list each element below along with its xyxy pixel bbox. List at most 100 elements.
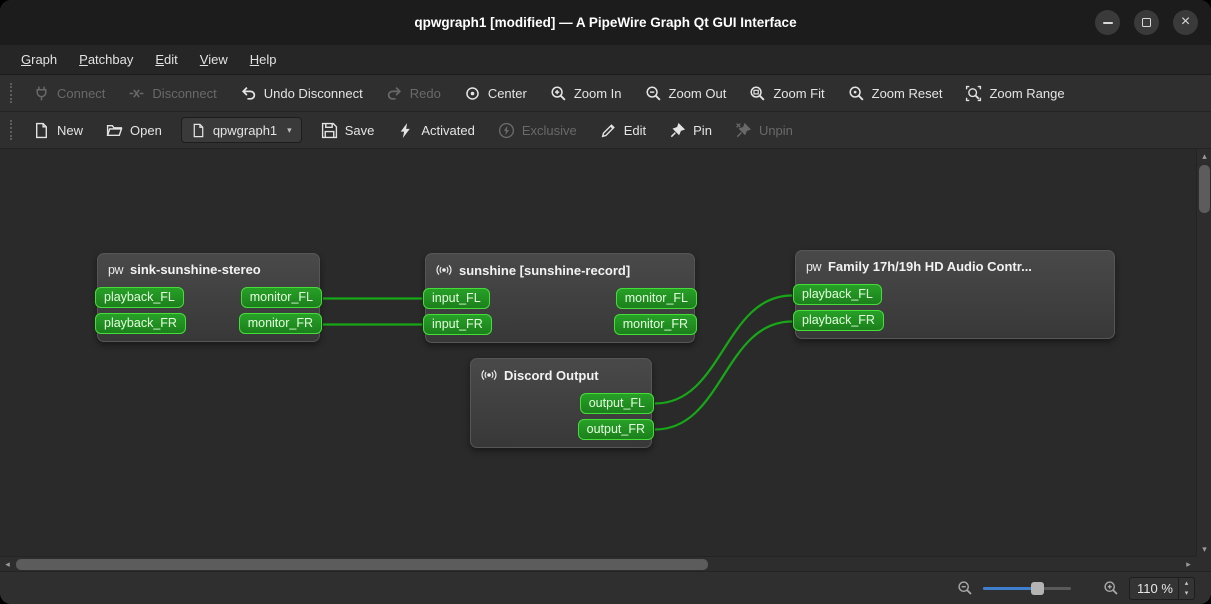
node-title: Discord Output: [504, 367, 599, 383]
scroll-down-button[interactable]: ▾: [1197, 542, 1211, 556]
zoom-spin-up-button[interactable]: ▴: [1179, 578, 1194, 589]
minimize-button[interactable]: [1095, 10, 1120, 35]
zoom-out-button[interactable]: Zoom Out: [635, 79, 737, 107]
zoom-spin-down-button[interactable]: ▾: [1179, 588, 1194, 599]
patchbay-select[interactable]: qpwgraph1 ▾: [180, 117, 302, 143]
output-port[interactable]: output_FL: [579, 393, 654, 414]
vertical-scrollbar[interactable]: ▴ ▾: [1196, 149, 1211, 556]
stream-icon: [481, 369, 497, 381]
node-sunshine-record[interactable]: sunshine [sunshine-record] input_FL inpu…: [423, 253, 697, 343]
node-family-hd-audio[interactable]: pw Family 17h/19h HD Audio Contr... play…: [793, 250, 1115, 339]
output-port[interactable]: monitor_FL: [615, 288, 697, 309]
zoom-range-button[interactable]: Zoom Range: [955, 79, 1074, 107]
zoom-spin-arrows: ▴ ▾: [1178, 577, 1194, 599]
exclusive-icon: [498, 122, 514, 138]
zoom-value[interactable]: 110 %: [1130, 578, 1178, 599]
redo-label: Redo: [409, 85, 441, 101]
zoom-slider-handle[interactable]: [1031, 582, 1045, 595]
zoom-spinbox[interactable]: 110 % ▴ ▾: [1129, 576, 1195, 600]
menu-edit[interactable]: Edit: [146, 49, 186, 70]
node-title: sink-sunshine-stereo: [129, 262, 261, 277]
node-ports: playback_FL playback_FR monitor_FL monit…: [95, 283, 322, 334]
input-port[interactable]: playback_FR: [95, 313, 186, 334]
toolbar-drag-handle[interactable]: [10, 120, 12, 140]
close-icon: ×: [1180, 13, 1191, 30]
vertical-scrollbar-thumb[interactable]: [1199, 165, 1210, 213]
node-header: sunshine [sunshine-record]: [426, 254, 694, 284]
zoom-in-button[interactable]: Zoom In: [540, 79, 632, 107]
save-button[interactable]: Save: [311, 116, 385, 144]
open-label: Open: [130, 122, 162, 138]
input-port[interactable]: input_FL: [423, 288, 490, 309]
input-port[interactable]: playback_FL: [95, 287, 184, 308]
node-header: Discord Output: [471, 359, 651, 389]
node-ports: playback_FL playback_FR: [793, 280, 1114, 331]
unpin-button: Unpin: [725, 116, 803, 144]
activated-label: Activated: [421, 122, 475, 138]
open-button[interactable]: Open: [96, 116, 172, 144]
input-port[interactable]: playback_FL: [793, 284, 882, 305]
scroll-right-button[interactable]: ▸: [1181, 557, 1196, 571]
node-header: pw sink-sunshine-stereo: [98, 254, 319, 283]
node-title: Family 17h/19h HD Audio Contr...: [827, 259, 1032, 274]
activated-icon: [401, 122, 411, 138]
pin-button[interactable]: Pin: [659, 116, 722, 144]
edit-button[interactable]: Edit: [590, 116, 656, 144]
menu-view[interactable]: View: [191, 49, 237, 70]
zoom-in-icon: [551, 85, 566, 101]
output-port[interactable]: monitor_FL: [240, 287, 322, 308]
scroll-left-button[interactable]: ◂: [0, 557, 15, 571]
undo-disconnect-button[interactable]: Undo Disconnect: [230, 79, 373, 107]
node-header: pw Family 17h/19h HD Audio Contr...: [796, 251, 1114, 280]
patchbay-toolbar: New Open qpwgraph1 ▾ Save Activated Excl…: [0, 112, 1211, 149]
statusbar: 110 % ▴ ▾: [0, 571, 1211, 604]
pipewire-icon: pw: [108, 262, 123, 277]
maximize-button[interactable]: [1134, 10, 1159, 35]
undo-disconnect-label: Undo Disconnect: [263, 85, 363, 101]
output-port[interactable]: monitor_FR: [613, 314, 697, 335]
node-ports: input_FL input_FR monitor_FL monitor_FR: [423, 284, 697, 335]
close-button[interactable]: ×: [1173, 10, 1198, 35]
center-button[interactable]: Center: [454, 79, 537, 107]
open-folder-icon: [106, 124, 123, 136]
connect-icon: [36, 86, 47, 100]
activated-toggle[interactable]: Activated: [387, 116, 484, 144]
input-port[interactable]: input_FR: [423, 314, 492, 335]
disconnect-button: Disconnect: [118, 79, 226, 107]
node-sink-sunshine-stereo[interactable]: pw sink-sunshine-stereo playback_FL play…: [95, 253, 322, 342]
center-label: Center: [487, 85, 527, 101]
zoom-out-icon: [646, 85, 661, 101]
new-button[interactable]: New: [23, 116, 93, 144]
new-file-icon: [36, 122, 47, 138]
menu-help[interactable]: Help: [241, 49, 286, 70]
menu-graph[interactable]: Graph: [12, 49, 66, 70]
scroll-up-button[interactable]: ▴: [1197, 149, 1211, 163]
titlebar[interactable]: qpwgraph1 [modified] — A PipeWire Graph …: [0, 0, 1211, 45]
node-title: sunshine [sunshine-record]: [459, 262, 631, 278]
disconnect-icon: [130, 88, 144, 98]
zoom-fit-button[interactable]: Zoom Fit: [739, 79, 834, 107]
scrollbar-corner: [1196, 556, 1211, 571]
pipewire-icon: pw: [806, 259, 821, 274]
menu-patchbay[interactable]: Patchbay: [70, 49, 142, 70]
disconnect-label: Disconnect: [152, 85, 217, 101]
toolbar-drag-handle[interactable]: [10, 83, 12, 103]
redo-button: Redo: [376, 79, 451, 107]
zoom-range-icon: [966, 85, 982, 101]
zoom-reset-button[interactable]: Zoom Reset: [838, 79, 953, 107]
zoom-in-label: Zoom In: [573, 85, 622, 101]
unpin-label: Unpin: [758, 122, 793, 138]
zoom-slider[interactable]: [983, 581, 1071, 595]
output-port[interactable]: output_FR: [577, 419, 654, 440]
node-discord-output[interactable]: Discord Output output_FL output_FR: [470, 358, 654, 448]
output-port[interactable]: monitor_FR: [238, 313, 322, 334]
unpin-icon: [736, 122, 751, 137]
edit-pencil-icon: [601, 123, 615, 137]
chevron-down-icon: ▾: [287, 124, 292, 135]
horizontal-scrollbar-thumb[interactable]: [16, 559, 708, 570]
save-label: Save: [344, 122, 375, 138]
input-port[interactable]: playback_FR: [793, 310, 884, 331]
horizontal-scrollbar[interactable]: ◂ ▸: [0, 556, 1196, 571]
zoom-reset-icon: [849, 85, 864, 101]
graph-canvas[interactable]: pw sink-sunshine-stereo playback_FL play…: [0, 149, 1211, 571]
